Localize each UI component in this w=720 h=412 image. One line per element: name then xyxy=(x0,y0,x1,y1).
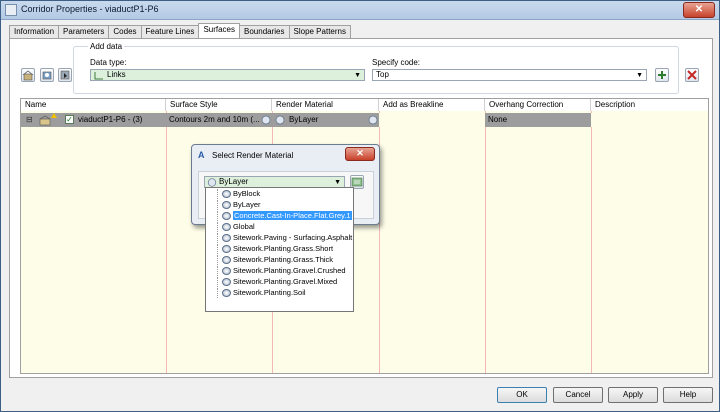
chevron-down-icon: ▼ xyxy=(354,72,361,79)
tab-feature-lines[interactable]: Feature Lines xyxy=(140,25,200,38)
column-header-overhang-correction[interactable]: Overhang Correction xyxy=(485,99,591,111)
links-icon xyxy=(94,72,103,80)
material-icon xyxy=(207,178,217,187)
column-divider xyxy=(591,111,592,373)
material-icon xyxy=(222,278,231,286)
window-close-button[interactable]: ✕ xyxy=(683,2,715,18)
autocad-logo-icon: A xyxy=(198,150,205,160)
warning-icon xyxy=(51,113,57,118)
material-icon xyxy=(222,256,231,264)
list-item[interactable]: Sitework.Planting.Soil xyxy=(210,288,306,298)
data-type-value: Links xyxy=(107,70,126,79)
tree-expander-icon[interactable]: ⊟ xyxy=(23,113,37,127)
tab-slope-patterns[interactable]: Slope Patterns xyxy=(288,25,351,38)
material-icon xyxy=(222,267,231,275)
corridor-icon xyxy=(39,115,51,126)
render-material-dropdown-list: ByBlock ByLayer Concrete.Cast-In-Place.F… xyxy=(205,187,354,312)
list-item[interactable]: ByLayer xyxy=(210,200,261,210)
tab-codes[interactable]: Codes xyxy=(108,25,142,38)
app-icon xyxy=(5,4,17,16)
list-item[interactable]: Sitework.Planting.Grass.Thick xyxy=(210,255,333,265)
material-icon xyxy=(222,234,231,242)
ok-button[interactable]: OK xyxy=(497,387,547,403)
list-item[interactable]: ByBlock xyxy=(210,189,260,199)
apply-button[interactable]: Apply xyxy=(608,387,658,403)
column-divider xyxy=(166,111,167,373)
help-button[interactable]: Help xyxy=(663,387,713,403)
material-icon xyxy=(222,190,231,198)
material-icon xyxy=(222,201,231,209)
column-header-description[interactable]: Description xyxy=(591,99,708,111)
style-picker-icon[interactable] xyxy=(261,115,271,125)
render-material-selected: ByLayer xyxy=(219,177,249,186)
delete-icon xyxy=(687,70,697,80)
surface-settings-button[interactable] xyxy=(40,68,54,82)
surfaces-grid: Name Surface Style Render Material Add a… xyxy=(20,98,709,374)
surface-enable-checkbox[interactable]: ✓ xyxy=(65,115,74,124)
material-picker-icon[interactable] xyxy=(368,115,378,125)
cancel-button[interactable]: Cancel xyxy=(553,387,603,403)
list-item[interactable]: Sitework.Planting.Gravel.Mixed xyxy=(210,277,337,287)
column-header-name[interactable]: Name xyxy=(21,99,166,111)
pick-surface-button[interactable] xyxy=(58,68,72,82)
list-item[interactable]: Sitework.Planting.Grass.Short xyxy=(210,244,333,254)
tab-surfaces[interactable]: Surfaces xyxy=(198,23,241,38)
add-as-breakline-cell[interactable] xyxy=(379,113,485,127)
overhang-correction-cell[interactable]: None xyxy=(485,113,591,127)
specify-code-value: Top xyxy=(376,70,389,79)
tab-strip: Information Parameters Codes Feature Lin… xyxy=(9,23,351,39)
chevron-down-icon: ▼ xyxy=(636,72,643,79)
specify-code-select[interactable]: Top ▼ xyxy=(372,69,647,81)
column-divider xyxy=(485,111,486,373)
column-header-surface-style[interactable]: Surface Style xyxy=(166,99,272,111)
material-icon xyxy=(222,289,231,297)
dialog-title: Select Render Material xyxy=(212,151,294,160)
tab-boundaries[interactable]: Boundaries xyxy=(239,25,290,38)
column-header-render-material[interactable]: Render Material xyxy=(272,99,379,111)
surface-style-cell[interactable]: Contours 2m and 10m (... xyxy=(166,113,272,127)
material-icon xyxy=(222,223,231,231)
specify-code-label: Specify code: xyxy=(372,58,421,67)
title-bar[interactable]: Corridor Properties - viaductP1-P6 ✕ xyxy=(1,1,719,20)
dialog-close-button[interactable]: ✕ xyxy=(345,147,375,161)
tab-information[interactable]: Information xyxy=(9,25,60,38)
render-material-cell[interactable]: ByLayer xyxy=(286,113,366,127)
material-icon xyxy=(222,212,231,220)
list-item[interactable]: Global xyxy=(210,222,255,232)
column-header-add-as-breakline[interactable]: Add as Breakline xyxy=(379,99,485,111)
remove-surface-item-button[interactable] xyxy=(685,68,699,82)
create-surface-button[interactable] xyxy=(21,68,35,82)
data-type-select[interactable]: Links ▼ xyxy=(90,69,365,81)
list-item-highlighted[interactable]: Concrete.Cast-In-Place.Flat.Grey.1 xyxy=(210,211,352,221)
add-surface-item-button[interactable] xyxy=(655,68,669,82)
create-surface-icon xyxy=(22,70,34,81)
surface-name-cell[interactable]: viaductP1-P6 - (3) xyxy=(75,113,165,127)
list-item[interactable]: Sitework.Paving - Surfacing.Asphalt xyxy=(210,233,352,243)
window-title: Corridor Properties - viaductP1-P6 xyxy=(21,4,159,14)
material-icon xyxy=(275,115,285,125)
pick-surface-icon xyxy=(60,70,70,80)
add-data-legend: Add data xyxy=(88,42,125,51)
plus-icon xyxy=(658,71,666,79)
material-icon xyxy=(222,245,231,253)
data-type-label: Data type: xyxy=(90,58,127,67)
list-item[interactable]: Sitework.Planting.Gravel.Crushed xyxy=(210,266,346,276)
surface-settings-icon xyxy=(42,71,52,80)
description-cell[interactable] xyxy=(591,113,708,127)
tab-parameters[interactable]: Parameters xyxy=(58,25,110,38)
